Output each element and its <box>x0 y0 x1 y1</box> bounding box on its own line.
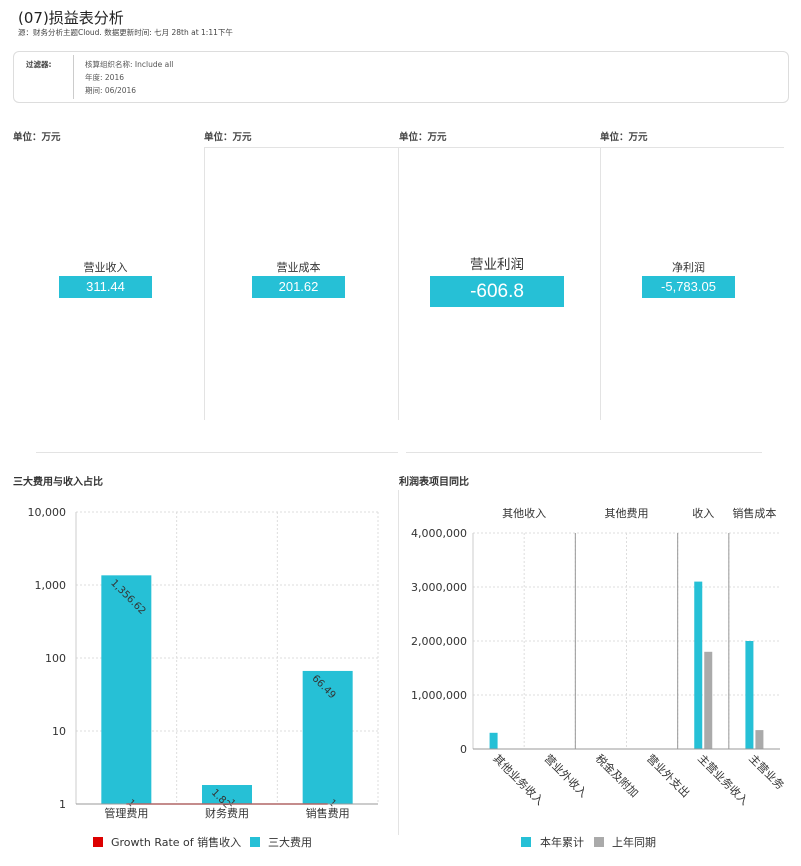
kpi-divider <box>600 147 601 420</box>
kpi-value-cost[interactable]: 201.62 <box>252 276 345 298</box>
bar <box>745 641 754 749</box>
bar <box>489 732 498 749</box>
chart-divider <box>398 490 399 835</box>
chart1-title: 三大费用与收入占比 <box>13 477 103 488</box>
legend-label: 本年累计 <box>540 835 584 849</box>
kpi-title-cost: 营业成本 <box>276 261 321 274</box>
filter-divider <box>73 55 74 99</box>
page-title: (07)损益表分析 <box>18 9 124 27</box>
kpi-title-op-profit: 营业利润 <box>470 257 524 273</box>
group-label: 其他费用 <box>605 507 649 520</box>
y-tick-label: 1,000 <box>35 579 67 592</box>
chart2-title: 利润表项目同比 <box>399 477 469 488</box>
kpi-unit-revenue: 单位：万元 <box>13 132 61 143</box>
profit-comparison-chart: 0 1,000,000 2,000,000 3,000,000 4,000,000 其他收… <box>411 506 787 849</box>
bar <box>755 730 764 749</box>
x-tick-label: 主营业务 <box>746 751 787 792</box>
legend-label: Growth Rate of 销售收入 <box>111 835 241 849</box>
y-tick-label: 4,000,000 <box>411 527 467 540</box>
kpi-unit-net-profit: 单位：万元 <box>600 132 648 143</box>
kpi-divider <box>398 147 399 420</box>
x-tick-label: 管理费用 <box>104 806 148 820</box>
x-tick-label: 税金及附加 <box>593 751 642 800</box>
page-subtitle: 源：财务分析主题Cloud. 数据更新时间: 七月 28th at 1:11下午 <box>18 28 233 37</box>
y-tick-label: 10 <box>52 725 66 738</box>
x-tick-label: 其他业务收入 <box>490 751 547 808</box>
legend-label: 上年同期 <box>612 835 656 849</box>
kpi-title-revenue: 营业收入 <box>83 261 128 274</box>
group-label: 其他收入 <box>502 506 546 520</box>
y-tick-label: 3,000,000 <box>411 581 467 594</box>
kpi-value-revenue[interactable]: 311.44 <box>59 276 152 298</box>
filter-period: 期间: 06/2016 <box>85 86 137 95</box>
filter-panel[interactable]: 过滤器: 核算组织名称: Include all 年度: 2016 期间: 06… <box>13 51 789 103</box>
y-tick-label: 100 <box>45 652 66 665</box>
kpi-unit-cost: 单位：万元 <box>204 132 252 143</box>
legend-swatch <box>250 837 260 847</box>
y-tick-label: 10,000 <box>28 506 67 519</box>
filter-year: 年度: 2016 <box>85 73 124 82</box>
kpi-unit-op-profit: 单位：万元 <box>399 132 447 143</box>
y-tick-label: 0 <box>460 743 467 756</box>
legend-swatch <box>594 837 604 847</box>
bar <box>694 581 703 749</box>
legend-swatch <box>93 837 103 847</box>
kpi-top-border <box>204 147 784 148</box>
x-tick-label: 营业外收入 <box>542 751 591 800</box>
expense-ratio-chart: 1,356.621.8266.49 111 1101001,00010,000管… <box>28 506 379 849</box>
filter-org: 核算组织名称: Include all <box>85 60 174 69</box>
kpi-divider <box>204 147 205 420</box>
group-label: 收入 <box>692 506 714 520</box>
x-tick-label: 主营业务收入 <box>695 751 752 808</box>
y-tick-label: 1 <box>59 798 66 811</box>
x-tick-label: 财务费用 <box>205 806 249 820</box>
kpi-title-net-profit: 净利润 <box>672 261 705 274</box>
y-tick-label: 1,000,000 <box>411 689 467 702</box>
section-divider <box>36 452 398 453</box>
legend-label: 三大费用 <box>268 835 312 849</box>
kpi-value-net-profit[interactable]: -5,783.05 <box>642 276 735 298</box>
kpi-value-op-profit[interactable]: -606.8 <box>430 276 564 307</box>
bar <box>704 651 713 749</box>
x-tick-label: 销售费用 <box>306 806 350 820</box>
x-tick-label: 营业外支出 <box>644 751 693 800</box>
legend-swatch <box>521 837 531 847</box>
section-divider <box>406 452 762 453</box>
y-tick-label: 2,000,000 <box>411 635 467 648</box>
group-label: 销售成本 <box>732 506 776 520</box>
filter-label: 过滤器: <box>26 60 52 69</box>
